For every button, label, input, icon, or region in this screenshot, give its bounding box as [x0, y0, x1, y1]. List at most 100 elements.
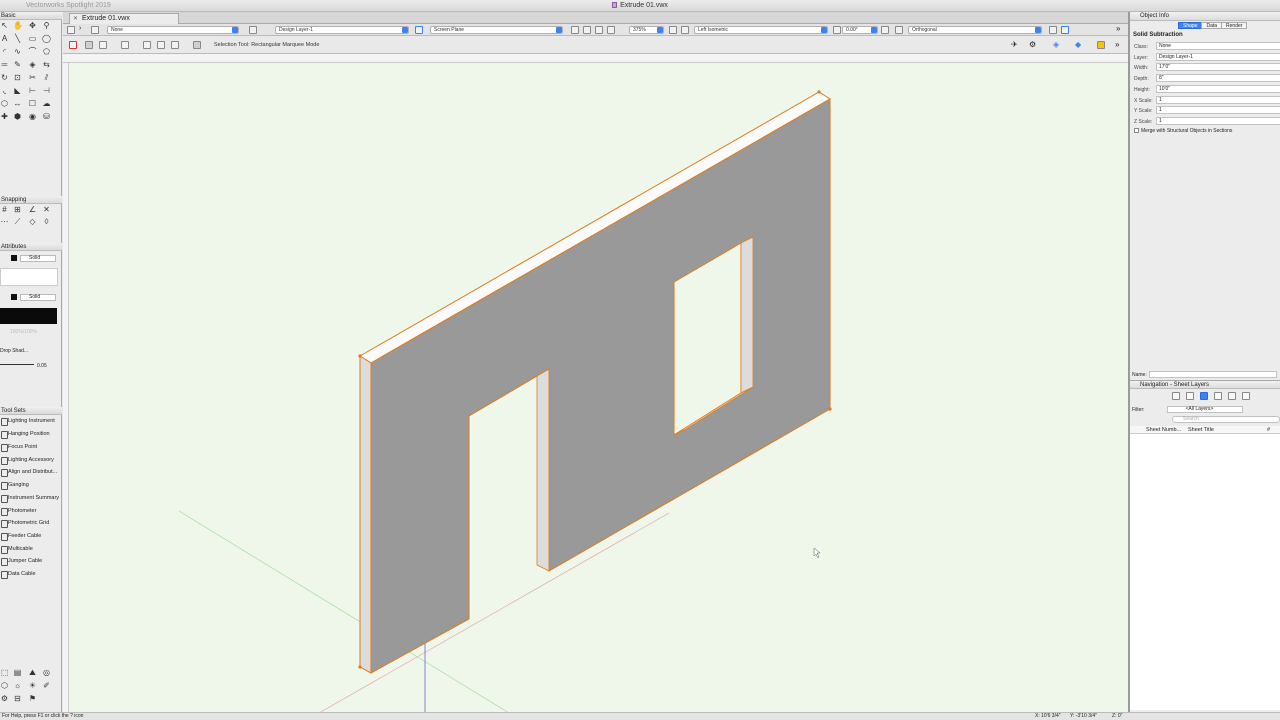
projection-select[interactable]: Orthogonal — [908, 26, 1042, 34]
connect-tool-icon[interactable]: ⊣ — [42, 86, 51, 95]
column-sheet-number[interactable]: Sheet Numb... — [1146, 426, 1181, 434]
toolset-item[interactable]: Ganging — [0, 479, 62, 491]
snap-intersection-icon[interactable]: ✕ — [42, 205, 51, 214]
rotate-tool-icon[interactable]: ↻ — [0, 73, 9, 82]
eyedropper-tool-icon[interactable]: ✎ — [13, 60, 22, 69]
snap-distance-icon[interactable]: ⋯ — [0, 217, 9, 226]
horizontal-ruler[interactable] — [63, 54, 1128, 63]
toolset-item[interactable]: Align and Distribut... — [0, 466, 62, 478]
merge-structural-checkbox[interactable]: Merge with Structural Objects in Section… — [1134, 128, 1232, 134]
forward-icon[interactable]: › — [79, 25, 87, 34]
toolset-item[interactable]: Lighting Instrument — [0, 415, 62, 427]
nav-saved-views-icon[interactable] — [1242, 392, 1250, 400]
zoom-tool-icon[interactable]: ⚲ — [42, 21, 51, 30]
toolset-building-icon[interactable]: ▤ — [13, 668, 22, 677]
rect-select-icon[interactable] — [143, 41, 151, 49]
attribute-mapping-tool-icon[interactable]: ◈ — [28, 60, 37, 69]
field-value[interactable]: 10'0" — [1156, 85, 1280, 93]
plane-select[interactable]: Screen Plane — [430, 26, 563, 34]
locus-tool-icon[interactable]: ✚ — [0, 112, 9, 121]
nav-viewports-icon[interactable] — [1228, 392, 1236, 400]
fill-swatch[interactable] — [11, 255, 17, 261]
selection-handle[interactable] — [358, 354, 362, 358]
page-fit-icon[interactable] — [669, 26, 677, 34]
zoom-select[interactable]: 375% — [629, 26, 664, 34]
nav-sheet-layers-icon[interactable] — [1200, 392, 1208, 400]
zoom-in-icon[interactable] — [595, 26, 603, 34]
freehand-select-icon[interactable] — [171, 41, 179, 49]
saved-views-icon[interactable] — [1049, 26, 1057, 34]
trim-tool-icon[interactable]: ⊢ — [28, 86, 37, 95]
fill-style-select[interactable]: Solid — [20, 255, 56, 262]
oval-tool-icon[interactable]: ◯ — [42, 34, 51, 43]
toolset-item[interactable]: Instrument Summary — [0, 492, 62, 504]
chamfer-tool-icon[interactable]: ◣ — [13, 86, 22, 95]
layer-select[interactable]: Design Layer-1 — [275, 26, 409, 34]
toolset-3d-icon[interactable]: ⬡ — [0, 681, 9, 690]
toolset-detail-icon[interactable]: ◎ — [42, 668, 51, 677]
selection-handle[interactable] — [817, 90, 821, 94]
arc-tool-icon[interactable]: ◜ — [0, 47, 9, 56]
toolset-item[interactable]: Photometer — [0, 505, 62, 517]
freehand-tool-icon[interactable]: ∿ — [13, 47, 22, 56]
toolset-item[interactable]: Data Cable — [0, 568, 62, 580]
field-value[interactable]: None — [1156, 42, 1280, 50]
network-icon[interactable]: ◆ — [1075, 41, 1083, 49]
name-input[interactable] — [1148, 371, 1277, 378]
flyover-tool-icon[interactable]: ✥ — [28, 21, 37, 30]
class-options-icon[interactable] — [249, 26, 257, 34]
cylinder-tool-icon[interactable]: ⛁ — [42, 112, 51, 121]
mode-disable-icon[interactable] — [69, 41, 77, 49]
toolset-item[interactable]: Jumper Cable — [0, 555, 62, 567]
toolset-item[interactable]: Photometric Grid — [0, 517, 62, 529]
render-options-icon[interactable] — [895, 26, 903, 34]
view-history-icon[interactable] — [91, 26, 99, 34]
view-options-icon[interactable] — [681, 26, 689, 34]
toolset-furniture-icon[interactable]: ⊟ — [13, 694, 22, 703]
field-value[interactable]: Design Layer-1 — [1156, 53, 1280, 61]
tab-render[interactable]: Render — [1221, 22, 1248, 29]
document-tab[interactable]: ✕ Extrude 01.vwx — [69, 13, 179, 24]
split-tool-icon[interactable]: ⫽ — [42, 73, 51, 82]
polygon-tool-icon[interactable]: ⬠ — [42, 47, 51, 56]
field-value[interactable]: 1 — [1156, 106, 1280, 114]
toolset-dims-icon[interactable]: ⬚ — [0, 668, 9, 677]
callout-tool-icon[interactable]: ☐ — [28, 99, 37, 108]
field-value[interactable]: 1 — [1156, 117, 1280, 125]
lasso-select-icon[interactable] — [157, 41, 165, 49]
wall-front-face[interactable] — [370, 98, 831, 674]
mode-bar-more-icon[interactable]: » — [1115, 41, 1123, 49]
unified-view-icon[interactable] — [571, 26, 579, 34]
reshape-tool-icon[interactable]: ⬡ — [0, 99, 9, 108]
tab-data[interactable]: Data — [1201, 22, 1223, 29]
toolset-item[interactable]: Focus Point — [0, 441, 62, 453]
toolset-annotation-icon[interactable]: ✐ — [42, 681, 51, 690]
wall-left-side[interactable] — [359, 355, 372, 674]
pen-style-select[interactable]: Solid — [20, 294, 56, 301]
toolset-item[interactable]: Lighting Accessory — [0, 454, 62, 466]
object-visibility-icon[interactable]: ⚙ — [1029, 41, 1037, 49]
line-tool-icon[interactable]: ╲ — [13, 34, 22, 43]
text-tool-icon[interactable]: A — [0, 34, 9, 43]
toolset-visualization-icon[interactable]: ☼ — [13, 681, 22, 690]
snap-angle-icon[interactable]: ∠ — [28, 205, 37, 214]
rectangle-tool-icon[interactable]: ▭ — [28, 34, 37, 43]
revision-cloud-tool-icon[interactable]: ☁ — [42, 99, 51, 108]
nav-back-icon[interactable] — [1172, 392, 1180, 400]
snap-working-plane-icon[interactable]: ◊ — [42, 217, 51, 226]
toolset-machine-icon[interactable]: ⚙ — [0, 694, 9, 703]
line-weight-slider[interactable] — [0, 364, 34, 365]
column-sheet-title[interactable]: Sheet Title — [1188, 426, 1214, 434]
nav-classes-icon[interactable] — [1186, 392, 1194, 400]
polygonal-marquee-mode-icon[interactable] — [99, 41, 107, 49]
back-icon[interactable] — [67, 26, 75, 34]
symbol-tool-icon[interactable]: ⬢ — [13, 112, 22, 121]
field-value[interactable]: 1 — [1156, 96, 1280, 104]
class-select[interactable]: None — [107, 26, 239, 34]
toolset-item[interactable]: Hanging Position — [0, 428, 62, 440]
clip-tool-icon[interactable]: ✂ — [28, 73, 37, 82]
lightbulb-icon[interactable] — [1097, 41, 1105, 49]
double-line-tool-icon[interactable]: ═ — [0, 60, 9, 69]
render-mode-icon[interactable] — [881, 26, 889, 34]
snap-object-icon[interactable]: ⊞ — [13, 205, 22, 214]
